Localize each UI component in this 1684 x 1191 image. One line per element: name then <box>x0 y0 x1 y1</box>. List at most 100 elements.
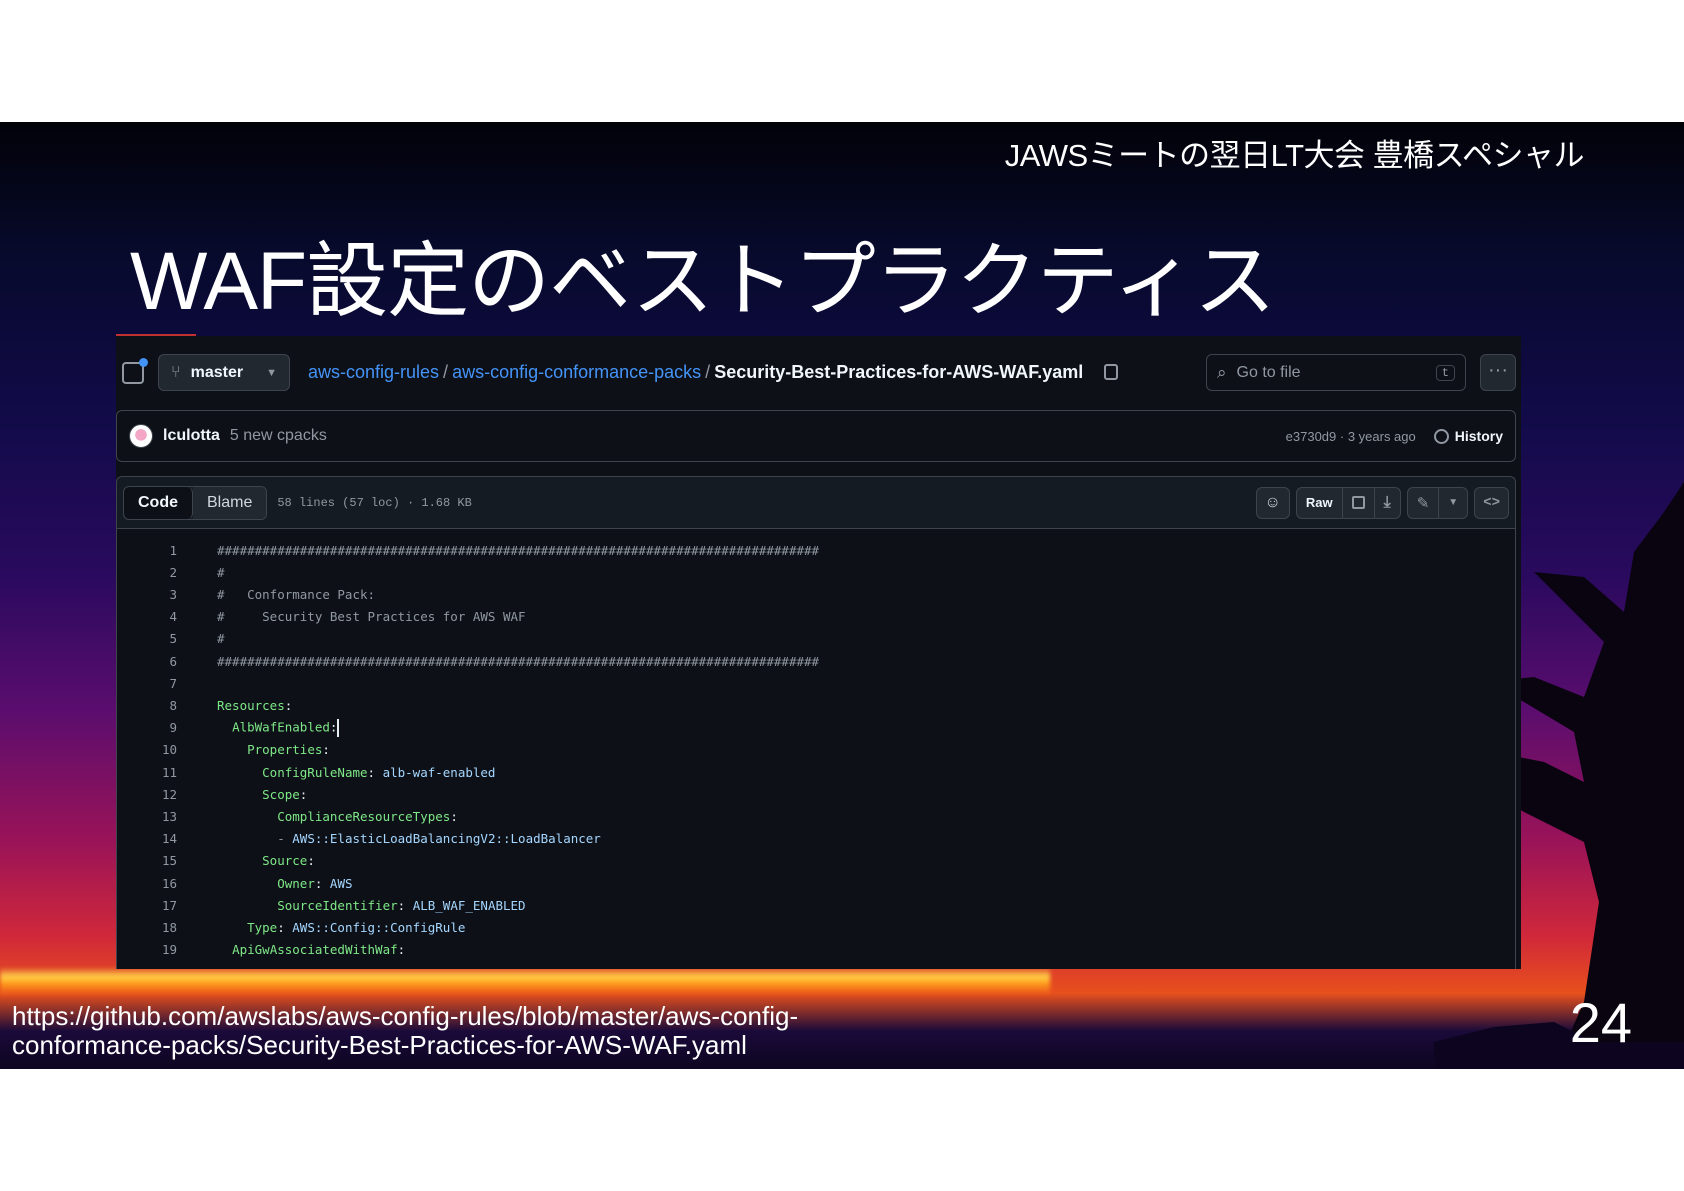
edit-button[interactable]: ✎ <box>1408 488 1439 518</box>
line-number[interactable]: 18 <box>117 920 179 935</box>
line-number[interactable]: 5 <box>117 631 179 646</box>
symbols-panel-button[interactable]: <> <box>1474 486 1509 519</box>
raw-actions-group: Raw ⤓ <box>1295 486 1401 519</box>
file-header: Code Blame 58 lines (57 loc) · 1.68 KB ☺… <box>116 476 1516 528</box>
code-text: # Security Best Practices for AWS WAF <box>217 609 526 625</box>
code-line: 11 ConfigRuleName: alb-waf-enabled <box>117 761 1507 783</box>
code-text: AlbWafEnabled: <box>179 718 340 737</box>
line-number[interactable]: 9 <box>117 720 179 735</box>
code-text: # <box>217 564 225 580</box>
shortcut-key-badge: t <box>1435 364 1455 381</box>
code-line: 1 #######################################… <box>117 539 1507 561</box>
chevron-down-icon: ▼ <box>1448 497 1459 508</box>
line-number[interactable]: 16 <box>117 876 179 891</box>
code-text: # <box>217 631 225 647</box>
breadcrumb-separator: / <box>443 362 449 382</box>
edit-actions-group: ✎ ▼ <box>1406 486 1469 519</box>
branch-name: master <box>190 363 244 381</box>
go-to-file-placeholder: Go to file <box>1236 363 1301 381</box>
tab-blame[interactable]: Blame <box>193 486 267 519</box>
breadcrumb: aws-config-rules / aws-config-conformance-… <box>308 362 1119 383</box>
latest-commit-bar: lculotta 5 new cpacks e3730d9 · 3 years … <box>116 410 1516 462</box>
line-number[interactable]: 19 <box>117 942 179 957</box>
line-number[interactable]: 8 <box>117 698 179 713</box>
source-url[interactable]: https://github.com/awslabs/aws-config-ru… <box>12 1002 912 1060</box>
breadcrumb-file-name: Security-Best-Practices-for-AWS-WAF.yaml <box>714 362 1084 382</box>
code-text: Scope: <box>262 786 308 802</box>
line-number[interactable]: 7 <box>117 676 179 691</box>
code-text: # Conformance Pack: <box>217 586 376 602</box>
search-icon: ⌕ <box>1217 362 1227 382</box>
download-icon: ⤓ <box>1383 493 1391 511</box>
source-url-line-1: https://github.com/awslabs/aws-config-ru… <box>12 1001 799 1031</box>
copy-raw-button[interactable] <box>1341 487 1374 518</box>
line-number[interactable]: 3 <box>117 587 179 602</box>
copy-icon <box>1351 496 1365 509</box>
code-line: 5 # <box>117 628 1507 650</box>
code-text: ApiGwAssociatedWithWaf: <box>232 942 406 958</box>
code-text: ########################################… <box>217 653 820 669</box>
code-text: Properties: <box>247 742 330 758</box>
file-toolbar: ⑂ master ▼ aws-config-rules / aws-config-c… <box>116 336 1521 406</box>
code-text: Type: AWS::Config::ConfigRule <box>247 919 466 935</box>
file-actions: ☺ Raw ⤓ ✎ ▼ <> <box>1255 486 1509 519</box>
line-number[interactable]: 4 <box>117 609 179 624</box>
commit-author[interactable]: lculotta <box>163 427 220 445</box>
code-line: 18 Type: AWS::Config::ConfigRule <box>117 916 1507 938</box>
copilot-button[interactable]: ☺ <box>1255 486 1290 519</box>
raw-button[interactable]: Raw <box>1297 488 1342 518</box>
more-options-button[interactable]: ··· <box>1480 354 1516 391</box>
history-label: History <box>1454 428 1503 444</box>
github-file-view: ⑂ master ▼ aws-config-rules / aws-config-c… <box>116 336 1521 969</box>
tab-code[interactable]: Code <box>124 486 193 519</box>
breadcrumb-folder-link[interactable]: aws-config-conformance-packs <box>452 362 701 382</box>
go-to-file-input[interactable]: ⌕ Go to file t <box>1206 354 1466 391</box>
slide-title: WAF設定のベストプラクティス <box>130 236 1276 327</box>
line-number[interactable]: 11 <box>117 765 179 780</box>
line-number[interactable]: 6 <box>117 654 179 669</box>
code-line: 10 Properties: <box>117 739 1507 761</box>
code-text: ComplianceResourceTypes: <box>277 808 458 824</box>
code-text: ConfigRuleName: alb-waf-enabled <box>262 764 496 780</box>
page-number: 24 <box>1569 991 1632 1054</box>
sidebar-toggle-icon[interactable] <box>122 358 148 384</box>
line-number[interactable]: 15 <box>117 853 179 868</box>
code-line: 8 Resources: <box>117 694 1507 716</box>
code-text: Owner: AWS <box>277 875 353 891</box>
avatar[interactable] <box>129 424 153 448</box>
download-button[interactable]: ⤓ <box>1373 487 1400 518</box>
edit-dropdown-button[interactable]: ▼ <box>1438 487 1467 518</box>
code-line: 7 <box>117 672 1507 694</box>
code-view[interactable]: 1 #######################################… <box>116 528 1516 969</box>
file-info: 58 lines (57 loc) · 1.68 KB <box>277 495 472 510</box>
history-button[interactable]: History <box>1433 428 1503 444</box>
copilot-icon: ☺ <box>1264 493 1281 511</box>
code-line: 13 ComplianceResourceTypes: <box>117 805 1507 827</box>
text-cursor <box>337 718 340 737</box>
code-line: 19 ApiGwAssociatedWithWaf: <box>117 939 1507 961</box>
line-number[interactable]: 12 <box>117 787 179 802</box>
code-text: ########################################… <box>217 542 820 558</box>
code-text: Resources: <box>217 697 293 713</box>
line-number[interactable]: 14 <box>117 831 179 846</box>
code-line: 16 Owner: AWS <box>117 872 1507 894</box>
line-number[interactable]: 1 <box>117 543 179 558</box>
line-number[interactable]: 17 <box>117 898 179 913</box>
code-line: 14 - AWS::ElasticLoadBalancingV2::LoadBa… <box>117 828 1507 850</box>
chevron-down-icon: ▼ <box>266 366 277 379</box>
symbols-icon: <> <box>1483 494 1500 511</box>
view-mode-tabs: Code Blame <box>123 485 268 520</box>
copy-path-icon[interactable] <box>1104 364 1119 380</box>
line-number[interactable]: 13 <box>117 809 179 824</box>
code-line: 17 SourceIdentifier: ALB_WAF_ENABLED <box>117 894 1507 916</box>
branch-selector-button[interactable]: ⑂ master ▼ <box>158 354 290 391</box>
source-url-line-2: conformance-packs/Security-Best-Practice… <box>12 1030 747 1060</box>
branch-icon: ⑂ <box>171 363 181 381</box>
commit-message[interactable]: 5 new cpacks <box>230 427 327 445</box>
breadcrumb-repo-link[interactable]: aws-config-rules <box>308 362 439 382</box>
line-number[interactable]: 2 <box>117 565 179 580</box>
horizon-glow <box>0 967 1050 995</box>
code-line: 2 # <box>117 561 1507 583</box>
commit-meta[interactable]: e3730d9 · 3 years ago <box>1286 429 1416 444</box>
line-number[interactable]: 10 <box>117 742 179 757</box>
